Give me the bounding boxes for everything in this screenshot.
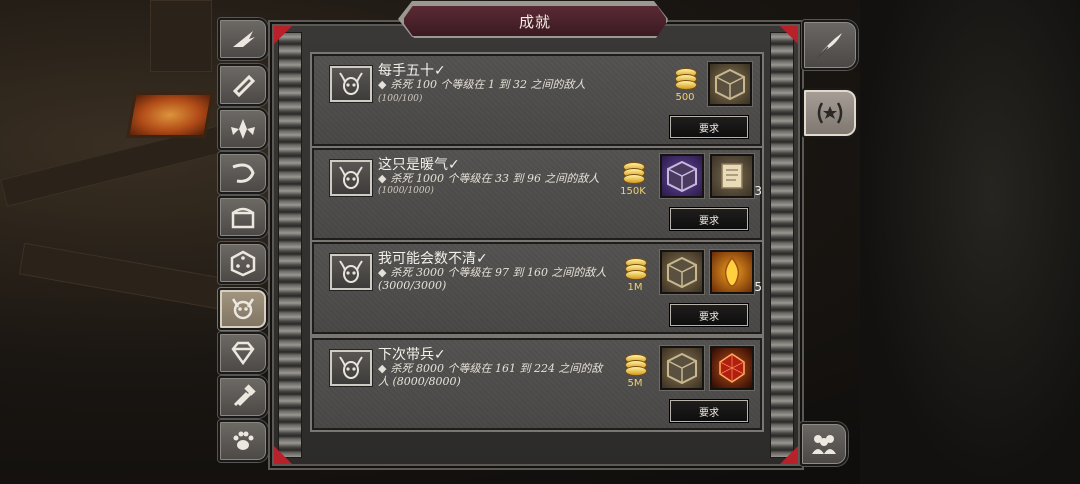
achievements-panel: 每手五十✓ ◆ 杀死 100 个等级在 1 到 32 之间的敌人 (100/100… <box>270 22 802 468</box>
tab-winged-emblem[interactable] <box>218 108 268 150</box>
tab-hammers[interactable] <box>218 376 268 418</box>
tab-chest[interactable] <box>218 196 268 238</box>
achievement-title: 这只是暖气✓ <box>378 157 460 173</box>
winged-emblem-icon <box>231 119 255 139</box>
group-icon <box>812 435 836 454</box>
hammers-icon <box>233 384 256 407</box>
demon-skull-icon <box>339 260 363 283</box>
demon-skull-icon <box>339 72 363 95</box>
demon-skull-icon <box>231 298 255 320</box>
laurel-star-button[interactable] <box>802 88 858 138</box>
requirements-button[interactable]: 要求 <box>670 304 748 326</box>
demon-skull-icon <box>339 166 363 189</box>
achievement-description: ◆ 杀死 1000 个等级在 33 到 96 之间的敌人 <box>378 172 600 185</box>
horn-icon <box>232 163 255 183</box>
requirements-button[interactable]: 要求 <box>670 116 748 138</box>
red-gem-icon <box>719 353 745 383</box>
scroll-icon <box>232 74 256 98</box>
reward-item[interactable] <box>660 154 704 198</box>
tab-demon-skull[interactable] <box>218 288 268 330</box>
tab-paw[interactable] <box>218 420 268 462</box>
achievement-badge <box>330 66 372 102</box>
panel-chain-border-right <box>770 32 794 458</box>
panel-chain-border-left <box>278 32 302 458</box>
reward-item[interactable] <box>708 62 752 106</box>
gold-amount: 150K <box>620 186 646 197</box>
gem-icon <box>231 341 255 366</box>
quill-button[interactable] <box>802 20 858 70</box>
achievement-badge <box>330 160 372 196</box>
achievement-title: 我可能会数不清✓ <box>378 251 488 267</box>
achievement-description: ◆ 杀死 8000 个等级在 161 到 224 之间的敌人 (8000/8000… <box>378 362 603 388</box>
gold-coins-icon <box>622 256 648 282</box>
gold-coins-icon <box>672 66 698 92</box>
achievement-card[interactable]: 我可能会数不清✓ ◆ 杀死 3000 个等级在 97 到 160 之间的敌人 (3… <box>312 242 762 334</box>
achievement-title: 下次带兵✓ <box>378 347 446 363</box>
cube-icon <box>667 256 697 289</box>
gold-reward: 5M <box>618 352 652 398</box>
demon-skull-icon <box>339 356 363 379</box>
achievement-description: ◆ 杀死 100 个等级在 1 到 32 之间的敌人 <box>378 78 586 91</box>
gold-amount: 5M <box>627 378 643 389</box>
gold-amount: 1M <box>627 282 643 293</box>
gold-reward: 1M <box>618 256 652 302</box>
achievement-card[interactable]: 这只是暖气✓ ◆ 杀死 1000 个等级在 33 到 96 之间的敌人 (1000… <box>312 148 762 240</box>
gold-amount: 500 <box>675 92 695 103</box>
group-button[interactable] <box>800 422 848 466</box>
dice-icon <box>230 250 256 277</box>
quill-icon <box>817 33 842 58</box>
cube-icon <box>715 68 745 101</box>
reward-item[interactable] <box>660 346 704 390</box>
achievement-card[interactable]: 每手五十✓ ◆ 杀死 100 个等级在 1 到 32 之间的敌人 (100/100… <box>312 54 762 146</box>
gold-coins-icon <box>620 160 646 186</box>
achievement-progress: (100/100) <box>378 94 423 104</box>
reward-item[interactable] <box>710 346 754 390</box>
purple-cube-icon <box>667 160 697 193</box>
chest-icon <box>231 207 255 229</box>
window-title: 成就 <box>402 4 668 38</box>
reward-item[interactable]: 5 <box>710 250 762 294</box>
wings-icon <box>233 31 255 47</box>
tab-scroll[interactable] <box>218 64 268 106</box>
reward-quantity: 3 <box>754 184 762 198</box>
achievement-card[interactable]: 下次带兵✓ ◆ 杀死 8000 个等级在 161 到 224 之间的敌人 (800… <box>312 338 762 430</box>
paw-icon <box>233 431 254 450</box>
achievement-progress: (1000/1000) <box>378 186 434 196</box>
achievement-badge <box>330 350 372 386</box>
reward-item[interactable] <box>660 250 704 294</box>
achievement-badge <box>330 254 372 290</box>
tab-horn[interactable] <box>218 152 268 194</box>
gold-reward: 500 <box>668 66 702 112</box>
requirements-button[interactable]: 要求 <box>670 208 748 230</box>
reward-item[interactable]: 3 <box>710 154 762 198</box>
reward-quantity: 5 <box>754 280 762 294</box>
scroll-item-icon <box>721 163 743 189</box>
tab-gem[interactable] <box>218 332 268 374</box>
achievement-title: 每手五十✓ <box>378 63 446 79</box>
achievement-description: ◆ 杀死 3000 个等级在 97 到 160 之间的敌人 (3000/3000) <box>378 266 607 292</box>
tab-wings[interactable] <box>218 18 268 60</box>
tab-dice[interactable] <box>218 242 268 284</box>
cube-icon <box>667 352 697 385</box>
gold-reward: 150K <box>616 160 650 206</box>
requirements-button[interactable]: 要求 <box>670 400 748 422</box>
laurel-star-icon <box>817 102 843 124</box>
gold-coins-icon <box>622 352 648 378</box>
fire-crystal-icon <box>724 256 740 287</box>
